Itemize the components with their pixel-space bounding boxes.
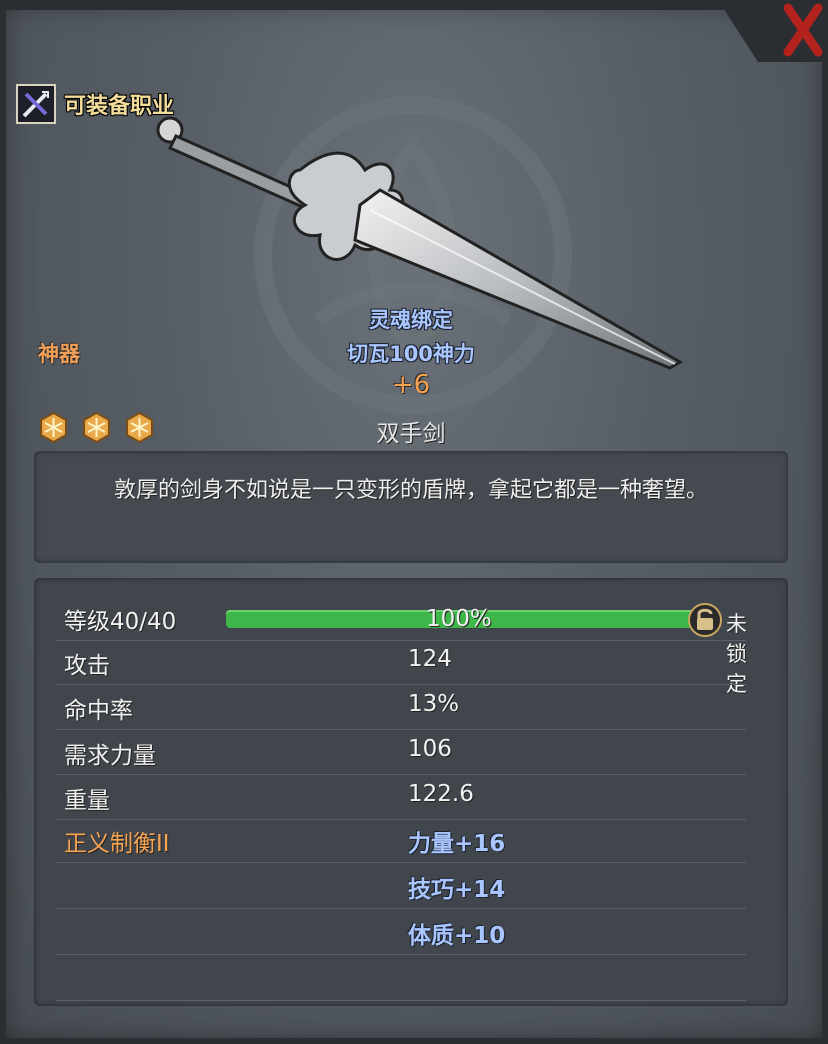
level-label: 等级40/40 <box>64 609 177 635</box>
stat-value: 122.6 <box>408 781 474 807</box>
set-bonus-row: 正义制衡II 力量+16 <box>56 818 746 863</box>
level-row: 等级40/40 100% 未锁定 <box>56 590 747 696</box>
set-bonus-row: 体质+10 <box>56 910 746 955</box>
enhance-level: +6 <box>391 370 431 400</box>
lock-icon[interactable] <box>688 603 722 637</box>
stat-row: 命中率 13% <box>56 685 746 730</box>
top-border <box>0 0 828 10</box>
star-icon <box>126 412 153 443</box>
star-icon <box>40 412 67 443</box>
level-percent: 100% <box>426 606 492 632</box>
stat-value: 106 <box>408 736 452 762</box>
job-class-icon <box>16 84 56 124</box>
set-bonus: 体质+10 <box>408 923 506 949</box>
stat-value: 124 <box>408 646 452 672</box>
stat-row: 攻击 124 <box>56 640 746 685</box>
rarity-label: 神器 <box>38 342 80 366</box>
description-box: 敦厚的剑身不如说是一只变形的盾牌，拿起它都是一种奢望。 <box>34 451 788 563</box>
set-name: 正义制衡II <box>64 831 170 857</box>
empty-row <box>56 956 746 1001</box>
set-bonus: 技巧+14 <box>408 877 506 903</box>
bind-status: 灵魂绑定 <box>369 308 453 332</box>
stat-row: 重量 122.6 <box>56 775 746 820</box>
stat-label: 需求力量 <box>64 743 156 769</box>
stat-label: 重量 <box>64 788 110 814</box>
item-detail-panel: 可装备职业 神器 灵魂绑定 切瓦100神力 +6 双手剑 敦厚的剑身不如说是一只… <box>0 0 828 1044</box>
stat-label: 命中率 <box>64 698 133 724</box>
set-bonus: 力量+16 <box>408 831 506 857</box>
star-rating <box>38 412 155 443</box>
stats-box: 等级40/40 100% 未锁定 攻击 124 命中率 13% 需求力量 106 <box>34 578 788 1006</box>
set-bonus-row: 技巧+14 <box>56 864 746 909</box>
weapon-type: 双手剑 <box>376 421 446 447</box>
close-icon[interactable] <box>718 0 828 62</box>
item-description: 敦厚的剑身不如说是一只变形的盾牌，拿起它都是一种奢望。 <box>113 478 708 503</box>
stat-row: 需求力量 106 <box>56 730 746 775</box>
stat-label: 攻击 <box>64 653 110 679</box>
item-subtitle: 切瓦100神力 <box>347 342 475 366</box>
stat-value: 13% <box>408 691 460 717</box>
star-icon <box>83 412 110 443</box>
